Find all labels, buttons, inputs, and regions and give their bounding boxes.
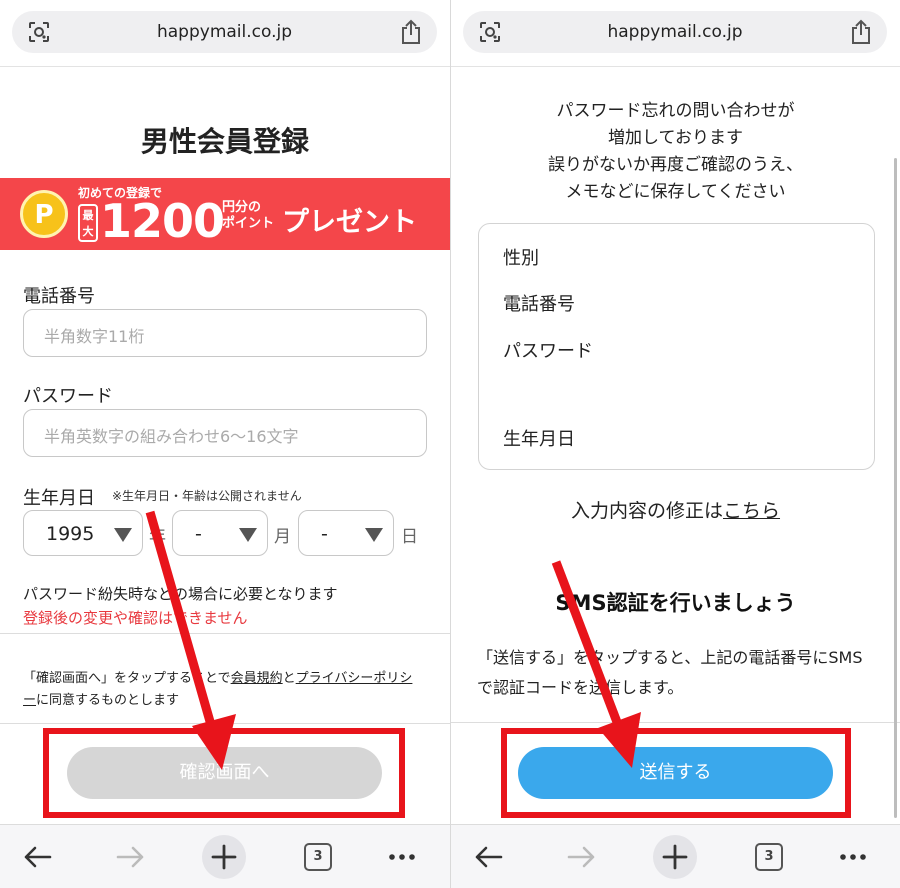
arrow-right bbox=[551, 560, 641, 768]
annotation-arrows bbox=[145, 510, 641, 770]
arrow-left bbox=[145, 510, 236, 770]
